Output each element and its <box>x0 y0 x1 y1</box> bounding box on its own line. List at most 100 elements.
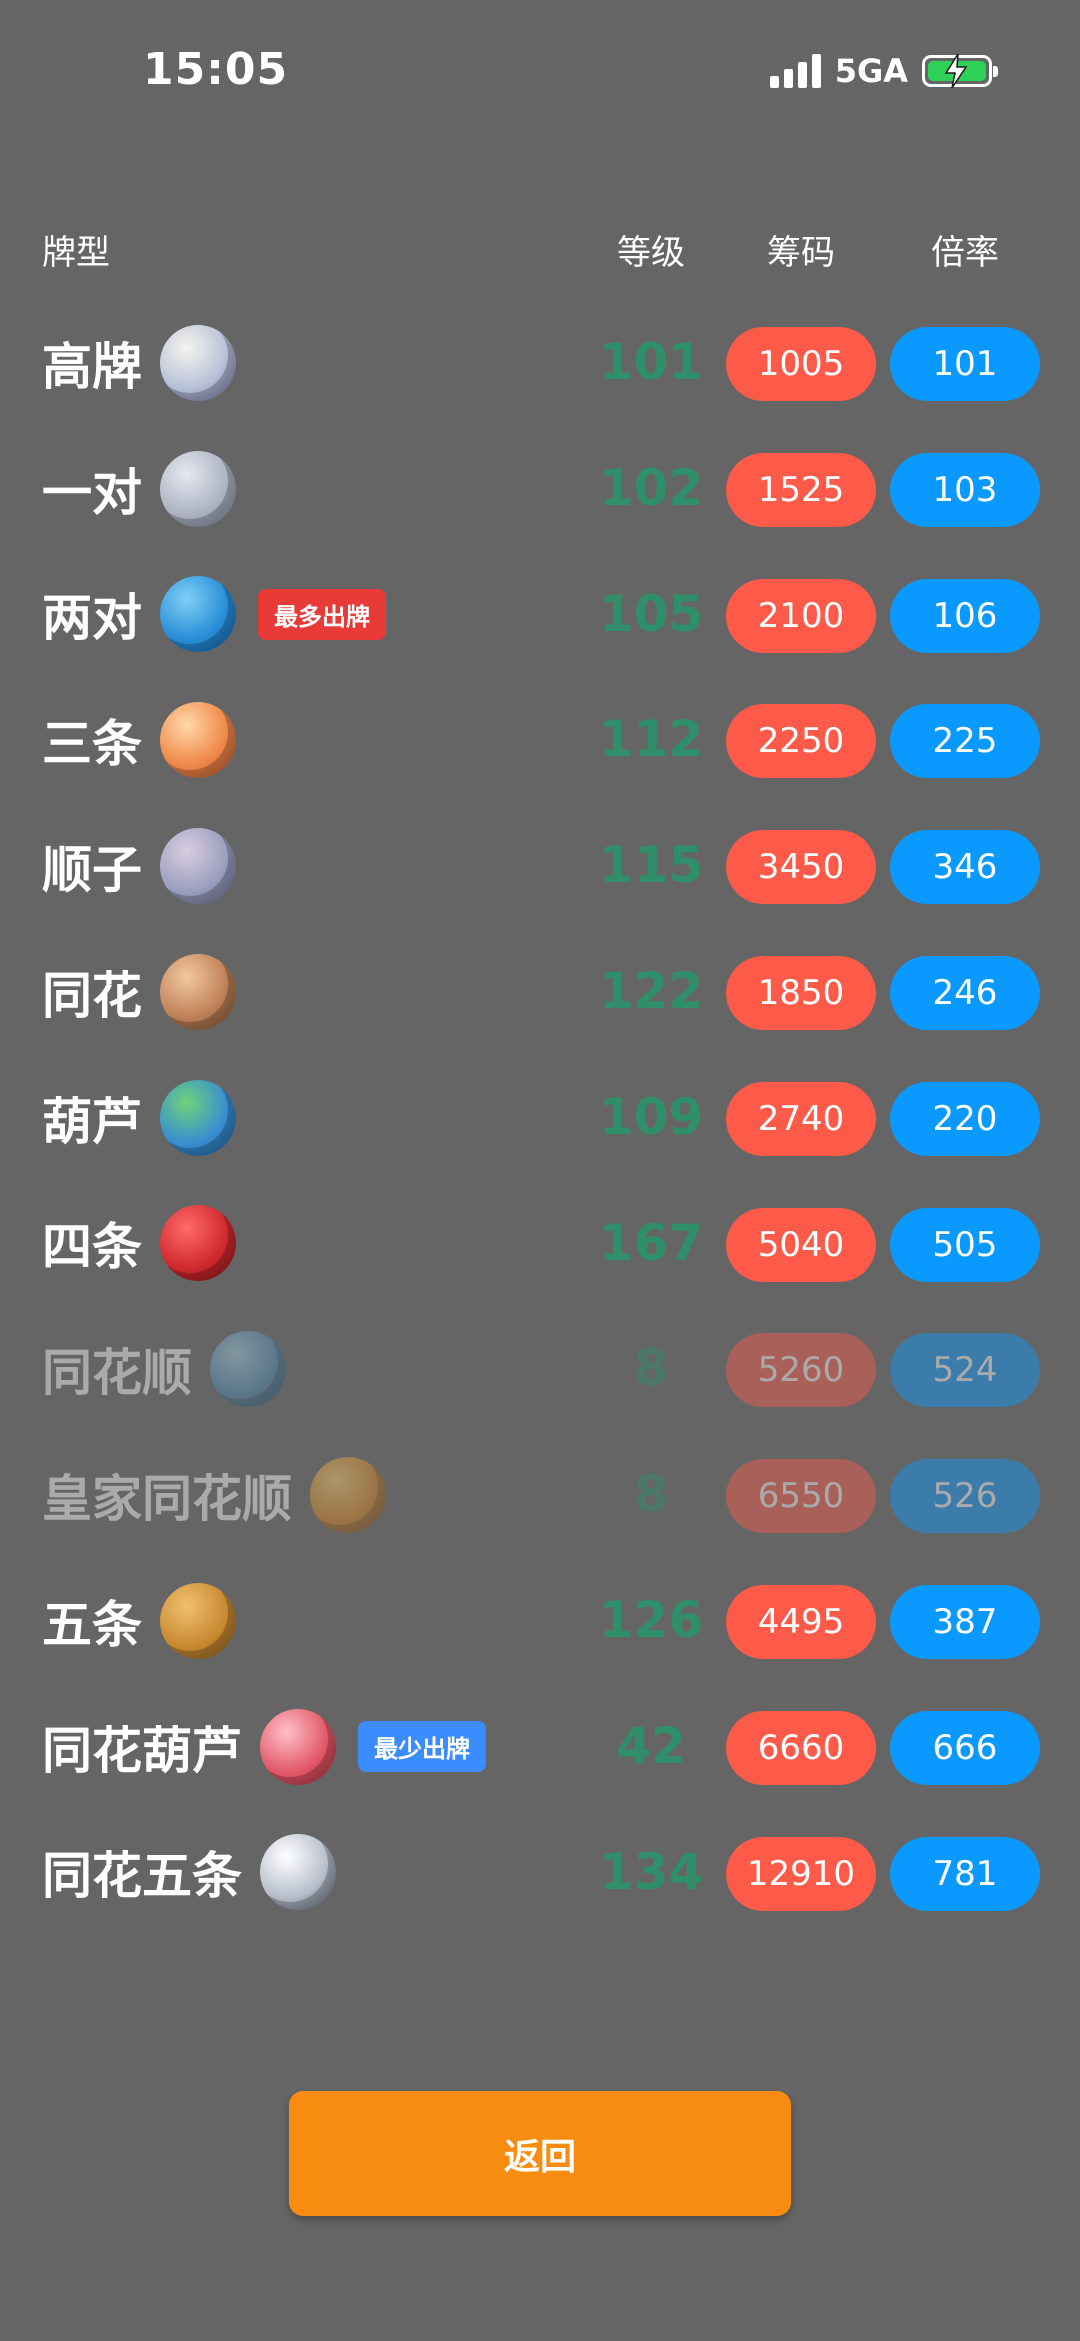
mult-pill: 781 <box>890 1836 1040 1911</box>
earth-icon <box>160 1079 236 1156</box>
header-chips: 筹码 <box>767 233 835 273</box>
signal-icon <box>769 54 821 88</box>
chips-pill: 6660 <box>726 1710 876 1785</box>
hand-name: 皇家同花顺 <box>42 1470 292 1529</box>
header-hand-type: 牌型 <box>42 233 110 273</box>
hand-row[interactable]: 四条 167 5040 505 <box>0 1181 1080 1307</box>
blue-striped-planet-icon <box>210 1331 286 1408</box>
pale-planet-icon <box>160 324 236 401</box>
hand-name: 同花顺 <box>42 1344 192 1403</box>
hand-name: 两对 <box>42 589 142 648</box>
table-header: 牌型 等级 筹码 倍率 <box>0 225 1080 275</box>
hand-row[interactable]: 同花顺 8 5260 524 <box>0 1306 1080 1432</box>
hand-level: 112 <box>598 710 704 769</box>
chips-pill: 3450 <box>726 830 876 905</box>
least-played-badge: 最少出牌 <box>358 1721 486 1773</box>
hand-level: 8 <box>633 1465 669 1524</box>
hand-name-group: 皇家同花顺 <box>42 1432 386 1558</box>
chips-pill: 12910 <box>726 1836 876 1911</box>
chips-pill: 5260 <box>726 1333 876 1408</box>
hand-row[interactable]: 皇家同花顺 8 6550 526 <box>0 1432 1080 1558</box>
mult-pill: 387 <box>890 1584 1040 1659</box>
network-type: 5GA <box>834 52 908 90</box>
hand-name-group: 高牌 <box>42 300 236 426</box>
hand-row[interactable]: 同花葫芦 最少出牌 42 6660 666 <box>0 1684 1080 1810</box>
mult-pill: 225 <box>890 704 1040 779</box>
red-planet-icon <box>160 1205 236 1282</box>
banded-brown-planet-icon <box>160 953 236 1030</box>
hand-level: 8 <box>633 1339 669 1398</box>
hand-name: 同花葫芦 <box>42 1721 242 1780</box>
header-level: 等级 <box>617 233 685 273</box>
back-button[interactable]: 返回 <box>289 2091 791 2216</box>
blue-ringed-planet-icon <box>160 576 236 653</box>
hand-level: 105 <box>598 584 704 643</box>
hand-name: 五条 <box>42 1595 142 1654</box>
hand-name: 葫芦 <box>42 1092 142 1151</box>
header-mult: 倍率 <box>931 233 999 273</box>
silver-disco-planet-icon <box>260 1834 336 1911</box>
hand-row[interactable]: 同花 122 1850 246 <box>0 929 1080 1055</box>
mult-pill: 505 <box>890 1207 1040 1282</box>
hand-name-group: 同花 <box>42 929 236 1055</box>
hand-name: 同花五条 <box>42 1847 242 1906</box>
gray-moon-icon <box>160 450 236 527</box>
hand-level: 115 <box>598 836 704 895</box>
hand-row[interactable]: 葫芦 109 2740 220 <box>0 1055 1080 1181</box>
hand-row[interactable]: 同花五条 134 12910 781 <box>0 1810 1080 1936</box>
chips-pill: 6550 <box>726 1459 876 1534</box>
hand-row[interactable]: 两对 最多出牌 105 2100 106 <box>0 552 1080 678</box>
hand-name-group: 四条 <box>42 1181 236 1307</box>
hand-row[interactable]: 一对 102 1525 103 <box>0 426 1080 552</box>
mult-pill: 524 <box>890 1333 1040 1408</box>
chips-pill: 2250 <box>726 704 876 779</box>
hand-name-group: 同花五条 <box>42 1810 336 1936</box>
hand-name-group: 五条 <box>42 1558 236 1684</box>
mult-pill: 246 <box>890 955 1040 1030</box>
hand-name-group: 同花葫芦 最少出牌 <box>42 1684 486 1810</box>
hand-name: 四条 <box>42 1218 142 1277</box>
status-time: 15:05 <box>143 44 289 95</box>
hand-name: 一对 <box>42 463 142 522</box>
hand-list: 高牌 101 1005 101 一对 102 1525 103 两对 最多出牌 105 2100 106… <box>0 300 1080 1935</box>
hand-level: 42 <box>616 1716 686 1775</box>
chips-pill: 2100 <box>726 578 876 653</box>
mult-pill: 526 <box>890 1459 1040 1534</box>
hand-name: 三条 <box>42 715 142 774</box>
hand-name-group: 一对 <box>42 426 236 552</box>
hand-row[interactable]: 五条 126 4495 387 <box>0 1558 1080 1684</box>
hand-level: 134 <box>598 1842 704 1901</box>
golden-planet-icon <box>310 1457 386 1534</box>
chips-pill: 2740 <box>726 1081 876 1156</box>
pink-striped-planet-icon <box>260 1708 336 1785</box>
mult-pill: 103 <box>890 452 1040 527</box>
mult-pill: 101 <box>890 327 1040 401</box>
battery-charging-icon <box>922 54 998 88</box>
hand-name-group: 两对 最多出牌 <box>42 552 386 678</box>
chips-pill: 1525 <box>726 452 876 527</box>
cookie-planet-icon <box>160 1582 236 1659</box>
chips-pill: 1005 <box>726 327 876 401</box>
most-played-badge: 最多出牌 <box>258 588 386 640</box>
mult-pill: 346 <box>890 830 1040 905</box>
hand-name: 顺子 <box>42 841 142 900</box>
chips-pill: 1850 <box>726 955 876 1030</box>
chips-pill: 5040 <box>726 1207 876 1282</box>
ringed-saturn-icon <box>160 828 236 905</box>
hand-name-group: 同花顺 <box>42 1306 286 1432</box>
mult-pill: 106 <box>890 578 1040 653</box>
hand-level: 102 <box>598 458 704 517</box>
hand-name: 高牌 <box>42 337 142 396</box>
hand-row[interactable]: 三条 112 2250 225 <box>0 677 1080 803</box>
hand-level: 122 <box>598 961 704 1020</box>
orange-swirl-planet-icon <box>160 702 236 779</box>
status-bar: 15:05 5GA <box>0 0 1080 145</box>
mult-pill: 220 <box>890 1081 1040 1156</box>
hand-name-group: 三条 <box>42 677 236 803</box>
hand-name-group: 顺子 <box>42 803 236 929</box>
hand-row[interactable]: 高牌 101 1005 101 <box>0 300 1080 426</box>
hand-name: 同花 <box>42 966 142 1025</box>
hand-name-group: 葫芦 <box>42 1055 236 1181</box>
hand-row[interactable]: 顺子 115 3450 346 <box>0 803 1080 929</box>
chips-pill: 4495 <box>726 1584 876 1659</box>
